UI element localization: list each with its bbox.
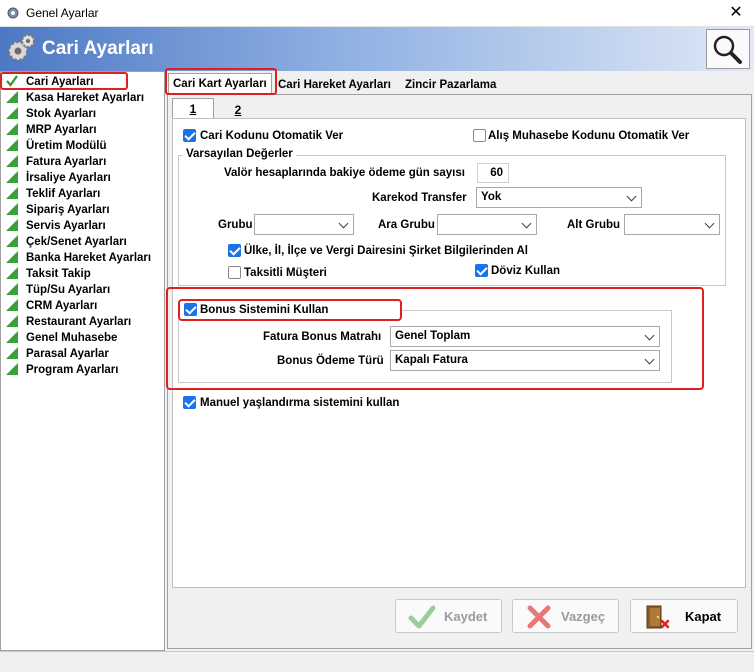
green-triangle-icon [6,299,18,311]
header-banner: Cari Ayarları [0,27,754,71]
chevron-down-icon [521,218,532,229]
close-button[interactable]: ✕ [722,2,750,24]
search-icon [713,35,742,64]
tree-item-uretim[interactable]: Üretim Modülü [6,138,107,154]
green-triangle-icon [6,219,18,231]
manuel-yaslandirma-checkbox[interactable] [183,396,196,409]
valor-input[interactable]: 60 [477,163,509,183]
tree-item-taksit-takip[interactable]: Taksit Takip [6,266,91,282]
green-triangle-icon [6,235,18,247]
karekod-transfer-select[interactable]: Yok [476,187,642,208]
grubu-label: Grubu [218,219,253,231]
check-icon [408,605,436,629]
bonus-sistemi-checkbox[interactable] [184,303,197,316]
gear-icon [7,7,19,19]
tree-item-tup-su[interactable]: Tüp/Su Ayarları [6,282,110,298]
doviz-kullan-checkbox[interactable] [475,264,488,277]
varsayilan-degerler-title: Varsayılan Değerler [183,147,296,161]
ulke-il-ilce-label: Ülke, İl, İlçe ve Vergi Dairesini Şirket… [244,245,528,257]
tree-item-stok[interactable]: Stok Ayarları [6,106,96,122]
kaydet-button[interactable]: Kaydet [395,599,502,633]
chevron-down-icon [626,191,637,202]
green-triangle-icon [6,187,18,199]
bonus-odeme-turu-select[interactable]: Kapalı Fatura [390,350,660,371]
tab-cari-hareket-ayarlari[interactable]: Cari Hareket Ayarları [275,75,394,95]
tree-item-program[interactable]: Program Ayarları [6,362,118,378]
alt-grubu-label: Alt Grubu [567,219,621,231]
subtab-1[interactable]: 1 [172,98,214,118]
tree-item-mrp[interactable]: MRP Ayarları [6,122,97,138]
green-triangle-icon [6,155,18,167]
green-triangle-icon [6,267,18,279]
chevron-down-icon [644,330,655,341]
cari-kodu-otomatik-label: Cari Kodunu Otomatik Ver [200,130,344,142]
taksitli-musteri-checkbox[interactable] [228,266,241,279]
subtab-2[interactable]: 2 [216,100,260,120]
tree-item-restaurant[interactable]: Restaurant Ayarları [6,314,131,330]
fatura-bonus-matrahi-label: Fatura Bonus Matrahı [263,331,382,343]
green-triangle-icon [6,363,18,375]
alt-grubu-select[interactable] [624,214,720,235]
grubu-select[interactable] [254,214,354,235]
valor-label: Valör hesaplarında bakiye ödeme gün sayı… [224,167,465,179]
exit-door-icon [646,605,670,629]
tree-item-banka-hareket[interactable]: Banka Hareket Ayarları [6,250,151,266]
green-triangle-icon [6,91,18,103]
chevron-down-icon [338,218,349,229]
tree-item-cek-senet[interactable]: Çek/Senet Ayarları [6,234,127,250]
green-triangle-icon [6,315,18,327]
green-triangle-icon [6,203,18,215]
kapat-button[interactable]: Kapat [630,599,738,633]
tree-item-genel-muhasebe[interactable]: Genel Muhasebe [6,330,117,346]
doviz-kullan-label: Döviz Kullan [491,265,561,277]
window-title: Genel Ayarlar [26,6,99,20]
chevron-down-icon [704,218,715,229]
green-triangle-icon [6,171,18,183]
karekod-transfer-label: Karekod Transfer [372,192,467,204]
bonus-odeme-turu-label: Bonus Ödeme Türü [277,355,384,367]
tree-item-crm[interactable]: CRM Ayarları [6,298,97,314]
cancel-x-icon [527,605,551,629]
vazgec-button[interactable]: Vazgeç [512,599,619,633]
alis-muhasebe-kodu-checkbox[interactable] [473,129,486,142]
title-bar: Genel Ayarlar ✕ [0,0,754,27]
fatura-bonus-matrahi-select[interactable]: Genel Toplam [390,326,660,347]
chevron-down-icon [644,354,655,365]
page-title: Cari Ayarları [42,38,154,59]
close-icon: ✕ [729,4,743,21]
green-triangle-icon [6,331,18,343]
green-triangle-icon [6,251,18,263]
tree-item-teklif[interactable]: Teklif Ayarları [6,186,100,202]
gears-icon [8,34,35,61]
green-triangle-icon [6,139,18,151]
green-triangle-icon [6,347,18,359]
alis-muhasebe-kodu-label: Alış Muhasebe Kodunu Otomatik Ver [488,130,690,142]
tree-item-irsaliye[interactable]: İrsaliye Ayarları [6,170,111,186]
ara-grubu-label: Ara Grubu [378,219,435,231]
status-bar [0,651,754,672]
tree-item-parasal[interactable]: Parasal Ayarlar [6,346,109,362]
tab-zincir-pazarlama[interactable]: Zincir Pazarlama [402,75,499,95]
tree-item-fatura[interactable]: Fatura Ayarları [6,154,106,170]
taksitli-musteri-label: Taksitli Müşteri [244,267,327,279]
bonus-sistemi-label: Bonus Sistemini Kullan [200,304,329,316]
cari-kodu-otomatik-checkbox[interactable] [183,129,196,142]
highlight-box-tree-selection [0,72,128,90]
tree-item-siparis[interactable]: Sipariş Ayarları [6,202,110,218]
search-button[interactable] [706,29,750,69]
green-triangle-icon [6,283,18,295]
manuel-yaslandirma-label: Manuel yaşlandırma sistemini kullan [200,397,400,409]
ara-grubu-select[interactable] [437,214,537,235]
green-triangle-icon [6,123,18,135]
tree-item-servis[interactable]: Servis Ayarları [6,218,106,234]
tree-item-kasa-hareket[interactable]: Kasa Hareket Ayarları [6,90,144,106]
ulke-il-ilce-checkbox[interactable] [228,244,241,257]
highlight-box-active-tab [165,68,277,95]
green-triangle-icon [6,107,18,119]
